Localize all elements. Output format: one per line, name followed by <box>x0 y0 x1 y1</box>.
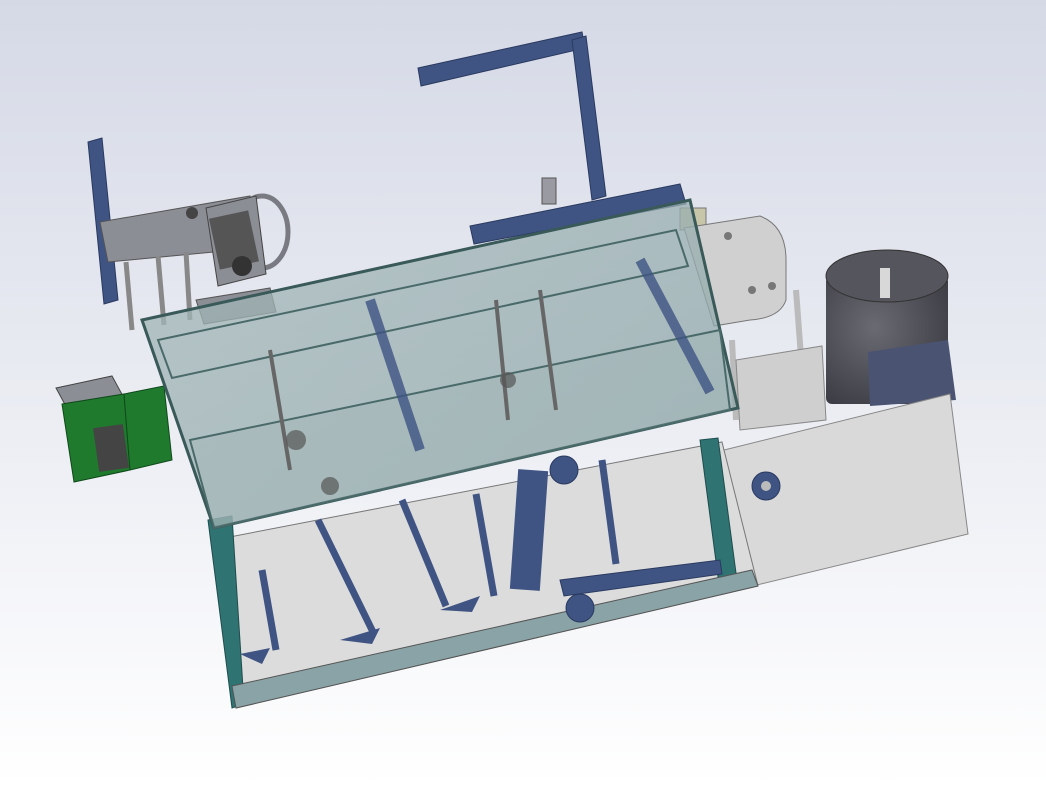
drum-motor <box>825 249 956 406</box>
cad-model-viewport[interactable] <box>0 0 1046 786</box>
adjustment-knob-center <box>549 455 579 485</box>
cad-render <box>0 0 1046 786</box>
adjustment-knob-front <box>565 593 595 623</box>
